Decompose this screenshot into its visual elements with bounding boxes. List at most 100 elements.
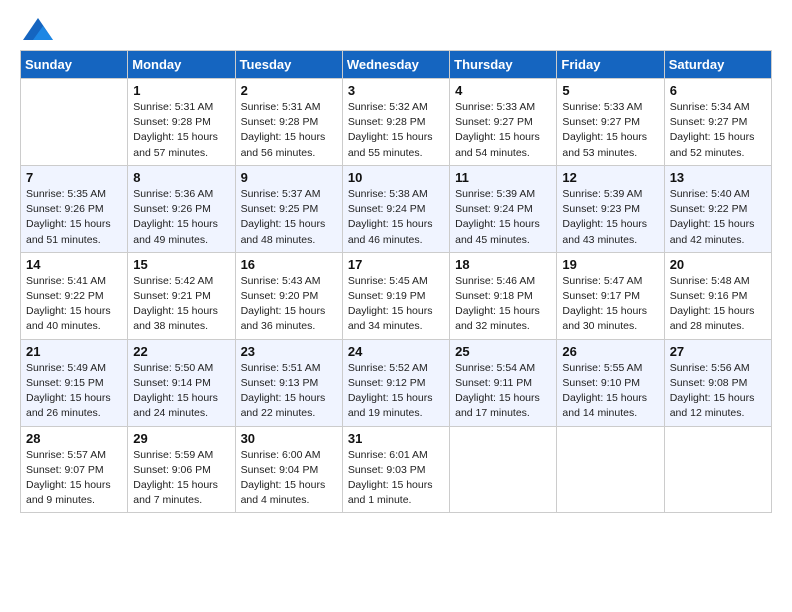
calendar-cell: 2 Sunrise: 5:31 AM Sunset: 9:28 PM Daylig… — [235, 79, 342, 166]
cell-info-text: Sunrise: 5:42 AM Sunset: 9:21 PM Dayligh… — [133, 274, 229, 335]
cell-info-text: Sunrise: 5:32 AM Sunset: 9:28 PM Dayligh… — [348, 100, 444, 161]
cell-info-text: Sunrise: 5:34 AM Sunset: 9:27 PM Dayligh… — [670, 100, 766, 161]
cell-day-number: 2 — [241, 83, 337, 98]
cell-day-number: 31 — [348, 431, 444, 446]
cell-info-text: Sunrise: 5:59 AM Sunset: 9:06 PM Dayligh… — [133, 448, 229, 509]
cell-day-number: 24 — [348, 344, 444, 359]
calendar-cell: 18 Sunrise: 5:46 AM Sunset: 9:18 PM Dayli… — [450, 252, 557, 339]
calendar-cell: 13 Sunrise: 5:40 AM Sunset: 9:22 PM Dayli… — [664, 165, 771, 252]
cell-info-text: Sunrise: 5:41 AM Sunset: 9:22 PM Dayligh… — [26, 274, 122, 335]
calendar-cell: 3Sunrise: 5:32 AM Sunset: 9:28 PM Daylig… — [342, 79, 449, 166]
calendar-cell: 31 Sunrise: 6:01 AM Sunset: 9:03 PM Dayli… — [342, 426, 449, 513]
cell-day-number: 1 — [133, 83, 229, 98]
calendar-cell: 20 Sunrise: 5:48 AM Sunset: 9:16 PM Dayli… — [664, 252, 771, 339]
calendar-cell: 8 Sunrise: 5:36 AM Sunset: 9:26 PM Daylig… — [128, 165, 235, 252]
calendar-cell: 23Sunrise: 5:51 AM Sunset: 9:13 PM Dayli… — [235, 339, 342, 426]
cell-info-text: Sunrise: 5:47 AM Sunset: 9:17 PM Dayligh… — [562, 274, 658, 335]
calendar-cell: 10 Sunrise: 5:38 AM Sunset: 9:24 PM Dayli… — [342, 165, 449, 252]
weekday-header-wednesday: Wednesday — [342, 51, 449, 79]
cell-info-text: Sunrise: 6:01 AM Sunset: 9:03 PM Dayligh… — [348, 448, 444, 509]
week-row-5: 28 Sunrise: 5:57 AM Sunset: 9:07 PM Dayli… — [21, 426, 772, 513]
cell-info-text: Sunrise: 5:55 AM Sunset: 9:10 PM Dayligh… — [562, 361, 658, 422]
calendar-cell: 4Sunrise: 5:33 AM Sunset: 9:27 PM Daylig… — [450, 79, 557, 166]
calendar-cell — [664, 426, 771, 513]
cell-day-number: 17 — [348, 257, 444, 272]
weekday-header-saturday: Saturday — [664, 51, 771, 79]
cell-day-number: 16 — [241, 257, 337, 272]
cell-info-text: Sunrise: 5:50 AM Sunset: 9:14 PM Dayligh… — [133, 361, 229, 422]
weekday-header-friday: Friday — [557, 51, 664, 79]
calendar-cell: 26 Sunrise: 5:55 AM Sunset: 9:10 PM Dayli… — [557, 339, 664, 426]
cell-info-text: Sunrise: 5:46 AM Sunset: 9:18 PM Dayligh… — [455, 274, 551, 335]
cell-day-number: 14 — [26, 257, 122, 272]
calendar-cell: 1 Sunrise: 5:31 AM Sunset: 9:28 PM Daylig… — [128, 79, 235, 166]
calendar-cell — [450, 426, 557, 513]
cell-day-number: 25 — [455, 344, 551, 359]
calendar-cell: 27 Sunrise: 5:56 AM Sunset: 9:08 PM Dayli… — [664, 339, 771, 426]
cell-info-text: Sunrise: 5:49 AM Sunset: 9:15 PM Dayligh… — [26, 361, 122, 422]
cell-day-number: 4 — [455, 83, 551, 98]
cell-day-number: 12 — [562, 170, 658, 185]
cell-day-number: 26 — [562, 344, 658, 359]
calendar-cell — [557, 426, 664, 513]
cell-info-text: Sunrise: 5:38 AM Sunset: 9:24 PM Dayligh… — [348, 187, 444, 248]
calendar-cell: 14 Sunrise: 5:41 AM Sunset: 9:22 PM Dayli… — [21, 252, 128, 339]
cell-day-number: 30 — [241, 431, 337, 446]
cell-day-number: 10 — [348, 170, 444, 185]
calendar-cell: 11 Sunrise: 5:39 AM Sunset: 9:24 PM Dayli… — [450, 165, 557, 252]
cell-info-text: Sunrise: 5:43 AM Sunset: 9:20 PM Dayligh… — [241, 274, 337, 335]
cell-info-text: Sunrise: 5:54 AM Sunset: 9:11 PM Dayligh… — [455, 361, 551, 422]
cell-day-number: 13 — [670, 170, 766, 185]
calendar-cell: 24 Sunrise: 5:52 AM Sunset: 9:12 PM Dayli… — [342, 339, 449, 426]
week-row-4: 21 Sunrise: 5:49 AM Sunset: 9:15 PM Dayli… — [21, 339, 772, 426]
weekday-header-monday: Monday — [128, 51, 235, 79]
cell-day-number: 20 — [670, 257, 766, 272]
calendar-cell: 15 Sunrise: 5:42 AM Sunset: 9:21 PM Dayli… — [128, 252, 235, 339]
cell-info-text: Sunrise: 5:31 AM Sunset: 9:28 PM Dayligh… — [241, 100, 337, 161]
cell-day-number: 19 — [562, 257, 658, 272]
calendar-table: SundayMondayTuesdayWednesdayThursdayFrid… — [20, 50, 772, 513]
week-row-2: 7 Sunrise: 5:35 AM Sunset: 9:26 PM Daylig… — [21, 165, 772, 252]
calendar-cell: 16 Sunrise: 5:43 AM Sunset: 9:20 PM Dayli… — [235, 252, 342, 339]
cell-info-text: Sunrise: 5:45 AM Sunset: 9:19 PM Dayligh… — [348, 274, 444, 335]
calendar-cell: 5 Sunrise: 5:33 AM Sunset: 9:27 PM Daylig… — [557, 79, 664, 166]
cell-day-number: 23 — [241, 344, 337, 359]
calendar-cell: 25 Sunrise: 5:54 AM Sunset: 9:11 PM Dayli… — [450, 339, 557, 426]
cell-info-text: Sunrise: 5:31 AM Sunset: 9:28 PM Dayligh… — [133, 100, 229, 161]
cell-day-number: 27 — [670, 344, 766, 359]
calendar-cell: 12 Sunrise: 5:39 AM Sunset: 9:23 PM Dayli… — [557, 165, 664, 252]
cell-day-number: 18 — [455, 257, 551, 272]
weekday-header-row: SundayMondayTuesdayWednesdayThursdayFrid… — [21, 51, 772, 79]
cell-info-text: Sunrise: 5:35 AM Sunset: 9:26 PM Dayligh… — [26, 187, 122, 248]
cell-info-text: Sunrise: 5:33 AM Sunset: 9:27 PM Dayligh… — [562, 100, 658, 161]
page-header — [20, 20, 772, 40]
calendar-cell: 29 Sunrise: 5:59 AM Sunset: 9:06 PM Dayli… — [128, 426, 235, 513]
cell-day-number: 9 — [241, 170, 337, 185]
cell-day-number: 21 — [26, 344, 122, 359]
cell-day-number: 22 — [133, 344, 229, 359]
calendar-cell: 19 Sunrise: 5:47 AM Sunset: 9:17 PM Dayli… — [557, 252, 664, 339]
cell-info-text: Sunrise: 5:40 AM Sunset: 9:22 PM Dayligh… — [670, 187, 766, 248]
cell-info-text: Sunrise: 5:52 AM Sunset: 9:12 PM Dayligh… — [348, 361, 444, 422]
cell-day-number: 11 — [455, 170, 551, 185]
logo-icon — [23, 18, 53, 40]
calendar-cell: 21 Sunrise: 5:49 AM Sunset: 9:15 PM Dayli… — [21, 339, 128, 426]
cell-info-text: Sunrise: 5:36 AM Sunset: 9:26 PM Dayligh… — [133, 187, 229, 248]
cell-info-text: Sunrise: 5:48 AM Sunset: 9:16 PM Dayligh… — [670, 274, 766, 335]
cell-day-number: 15 — [133, 257, 229, 272]
logo — [20, 20, 53, 40]
cell-day-number: 8 — [133, 170, 229, 185]
cell-info-text: Sunrise: 5:39 AM Sunset: 9:24 PM Dayligh… — [455, 187, 551, 248]
cell-info-text: Sunrise: 5:37 AM Sunset: 9:25 PM Dayligh… — [241, 187, 337, 248]
calendar-cell: 30Sunrise: 6:00 AM Sunset: 9:04 PM Dayli… — [235, 426, 342, 513]
week-row-3: 14 Sunrise: 5:41 AM Sunset: 9:22 PM Dayli… — [21, 252, 772, 339]
cell-day-number: 29 — [133, 431, 229, 446]
calendar-cell: 17 Sunrise: 5:45 AM Sunset: 9:19 PM Dayli… — [342, 252, 449, 339]
cell-info-text: Sunrise: 5:39 AM Sunset: 9:23 PM Dayligh… — [562, 187, 658, 248]
cell-day-number: 5 — [562, 83, 658, 98]
cell-info-text: Sunrise: 5:57 AM Sunset: 9:07 PM Dayligh… — [26, 448, 122, 509]
cell-day-number: 7 — [26, 170, 122, 185]
cell-day-number: 28 — [26, 431, 122, 446]
cell-info-text: Sunrise: 5:56 AM Sunset: 9:08 PM Dayligh… — [670, 361, 766, 422]
calendar-cell: 6Sunrise: 5:34 AM Sunset: 9:27 PM Daylig… — [664, 79, 771, 166]
